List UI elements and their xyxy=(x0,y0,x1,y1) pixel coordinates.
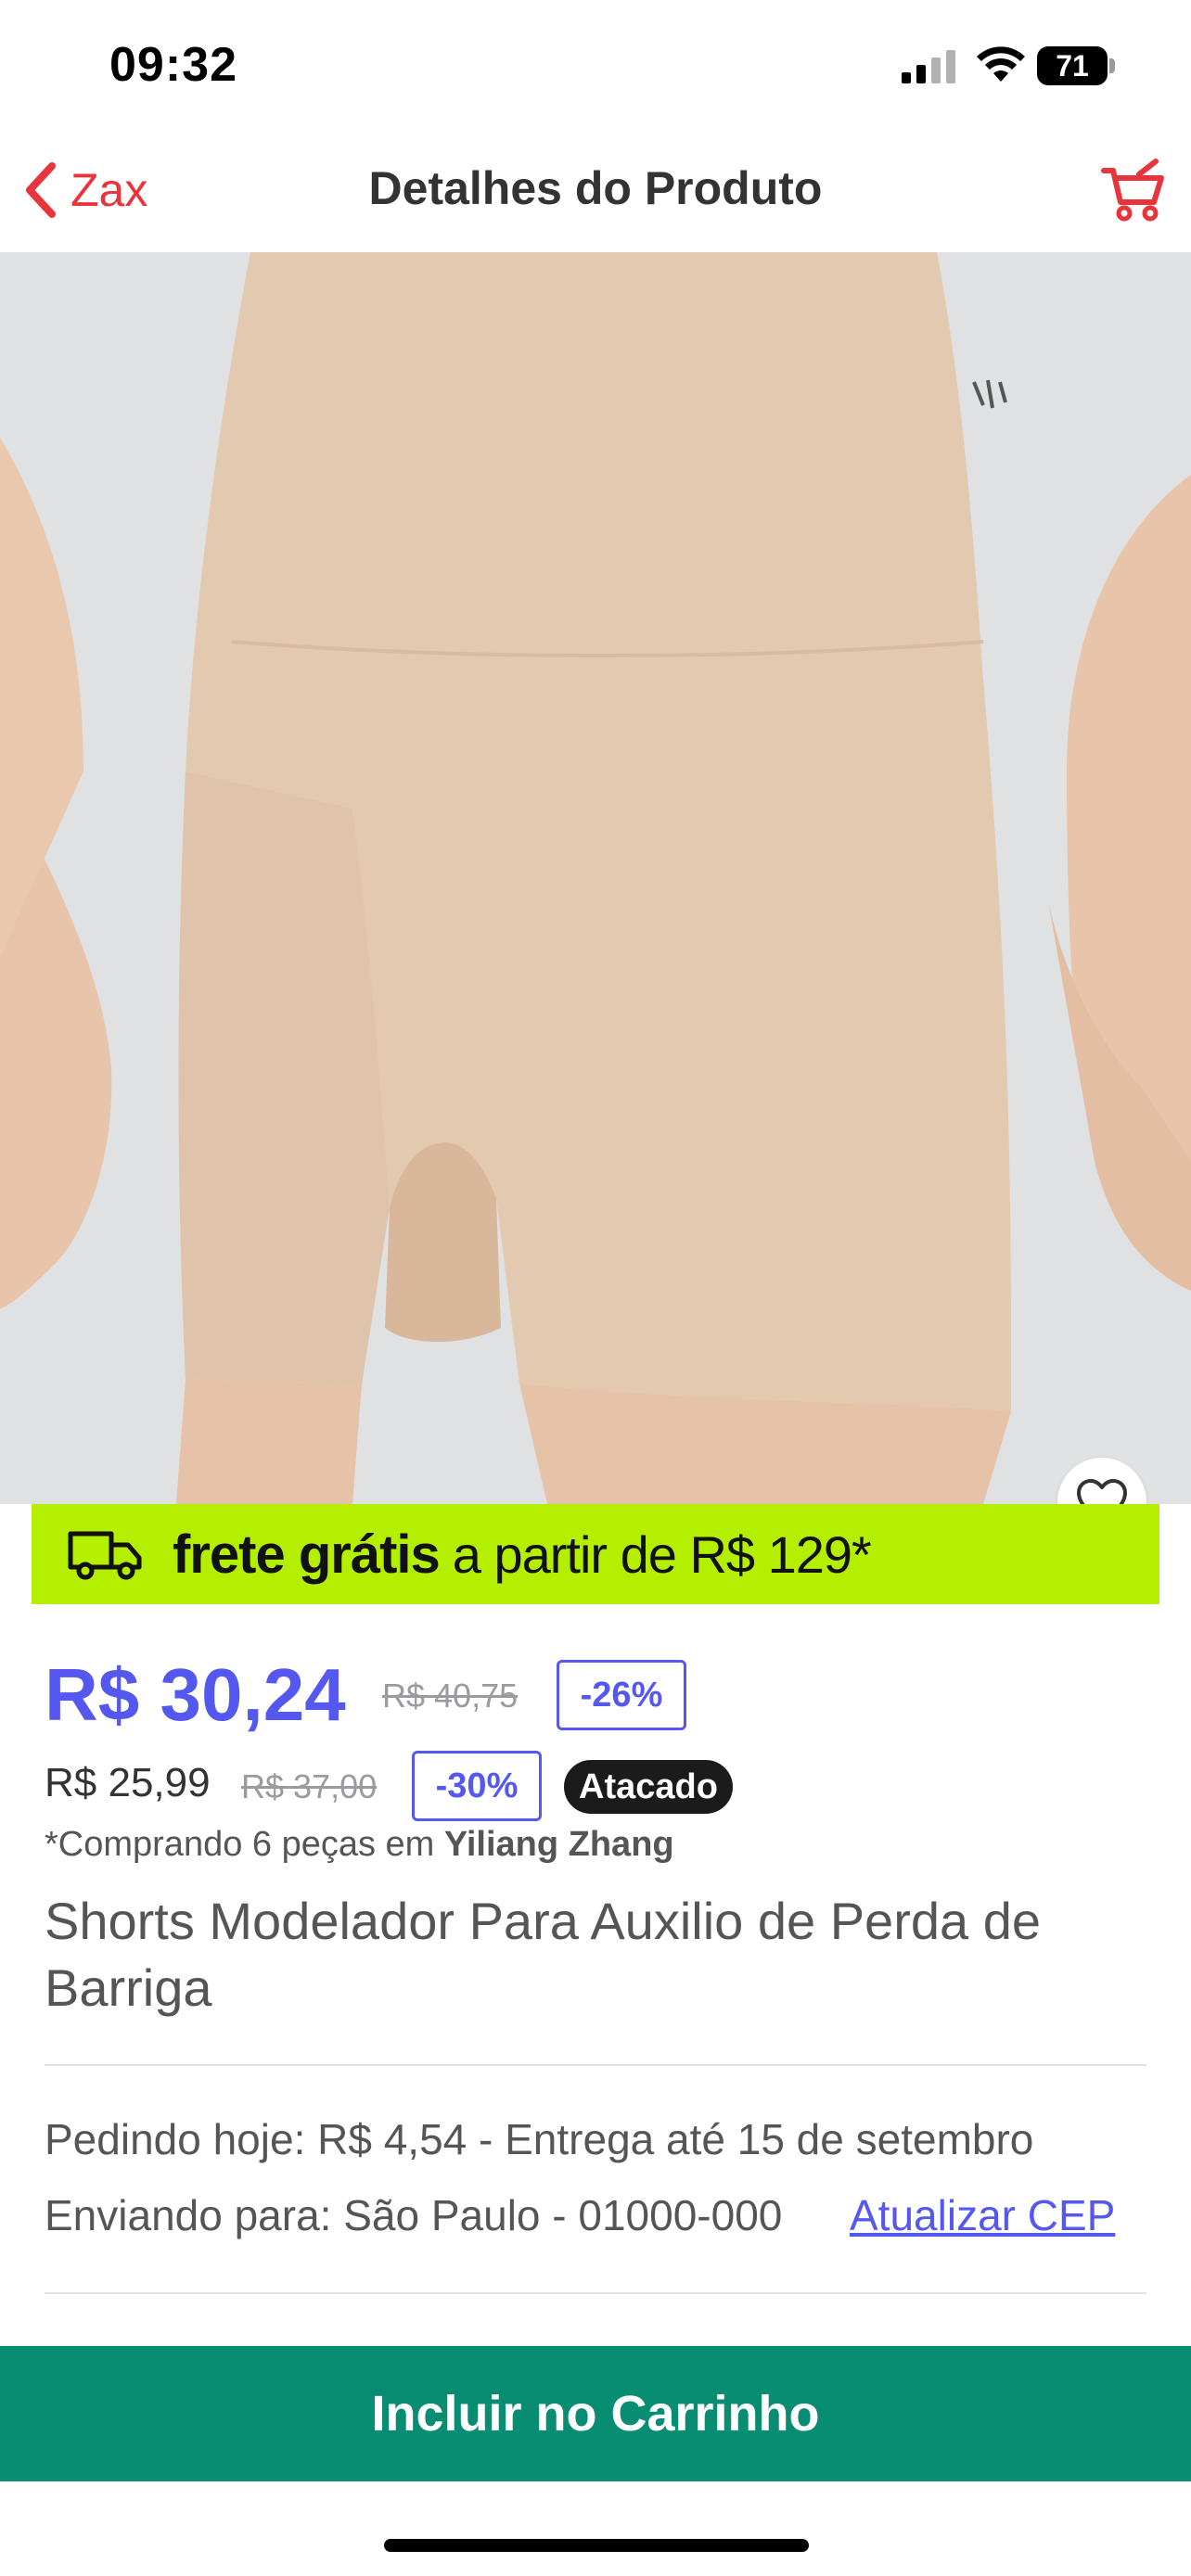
truck-icon xyxy=(68,1531,142,1580)
battery-level: 71 xyxy=(1056,49,1089,83)
divider xyxy=(45,2292,1146,2294)
status-time: 09:32 xyxy=(109,38,237,92)
cart-icon[interactable] xyxy=(1098,156,1169,226)
free-shipping-banner: frete grátis a partir de R$ 129* xyxy=(32,1504,1159,1604)
wholesale-discount-badge: -30% xyxy=(412,1751,542,1821)
battery-icon: 71 xyxy=(1037,46,1117,85)
update-cep-link[interactable]: Atualizar CEP xyxy=(850,2190,1115,2240)
page-title: Detalhes do Produto xyxy=(368,162,823,214)
status-bar: 09:32 71 xyxy=(0,0,1191,130)
wifi-icon xyxy=(977,46,1025,82)
signal-icon xyxy=(902,50,955,83)
shipping-destination: Enviando para: São Paulo - 01000-000 xyxy=(45,2191,783,2239)
price: R$ 30,24 xyxy=(45,1653,346,1736)
delivery-estimate: Pedindo hoje: R$ 4,54 - Entrega até 15 d… xyxy=(45,2115,1034,2163)
divider xyxy=(45,2064,1146,2066)
banner-text: a partir de R$ 129* xyxy=(452,1524,872,1584)
product-image[interactable] xyxy=(0,252,1191,1504)
wholesale-badge: Atacado xyxy=(564,1760,733,1814)
wholesale-note-prefix: *Comprando 6 peças em xyxy=(45,1825,435,1864)
home-indicator[interactable] xyxy=(384,2539,809,2552)
seller-name: Yiliang Zhang xyxy=(443,1825,674,1864)
banner-bold-text: frete grátis xyxy=(173,1524,441,1585)
old-price: R$ 40,75 xyxy=(382,1677,519,1715)
add-to-cart-button[interactable]: Incluir no Carrinho xyxy=(0,2346,1191,2481)
product-title: Shorts Modelador Para Auxilio de Perda d… xyxy=(45,1892,1041,2017)
nav-bar: Zax Detalhes do Produto xyxy=(0,130,1191,252)
wholesale-price: R$ 25,99 xyxy=(45,1760,211,1805)
product-photo xyxy=(0,252,1191,1504)
wholesale-note: *Comprando 6 peças em Yiliang Zhang xyxy=(45,1825,674,1865)
heart-icon xyxy=(1077,1479,1127,1504)
discount-badge: -26% xyxy=(557,1660,686,1730)
wholesale-old-price: R$ 37,00 xyxy=(241,1767,378,1805)
